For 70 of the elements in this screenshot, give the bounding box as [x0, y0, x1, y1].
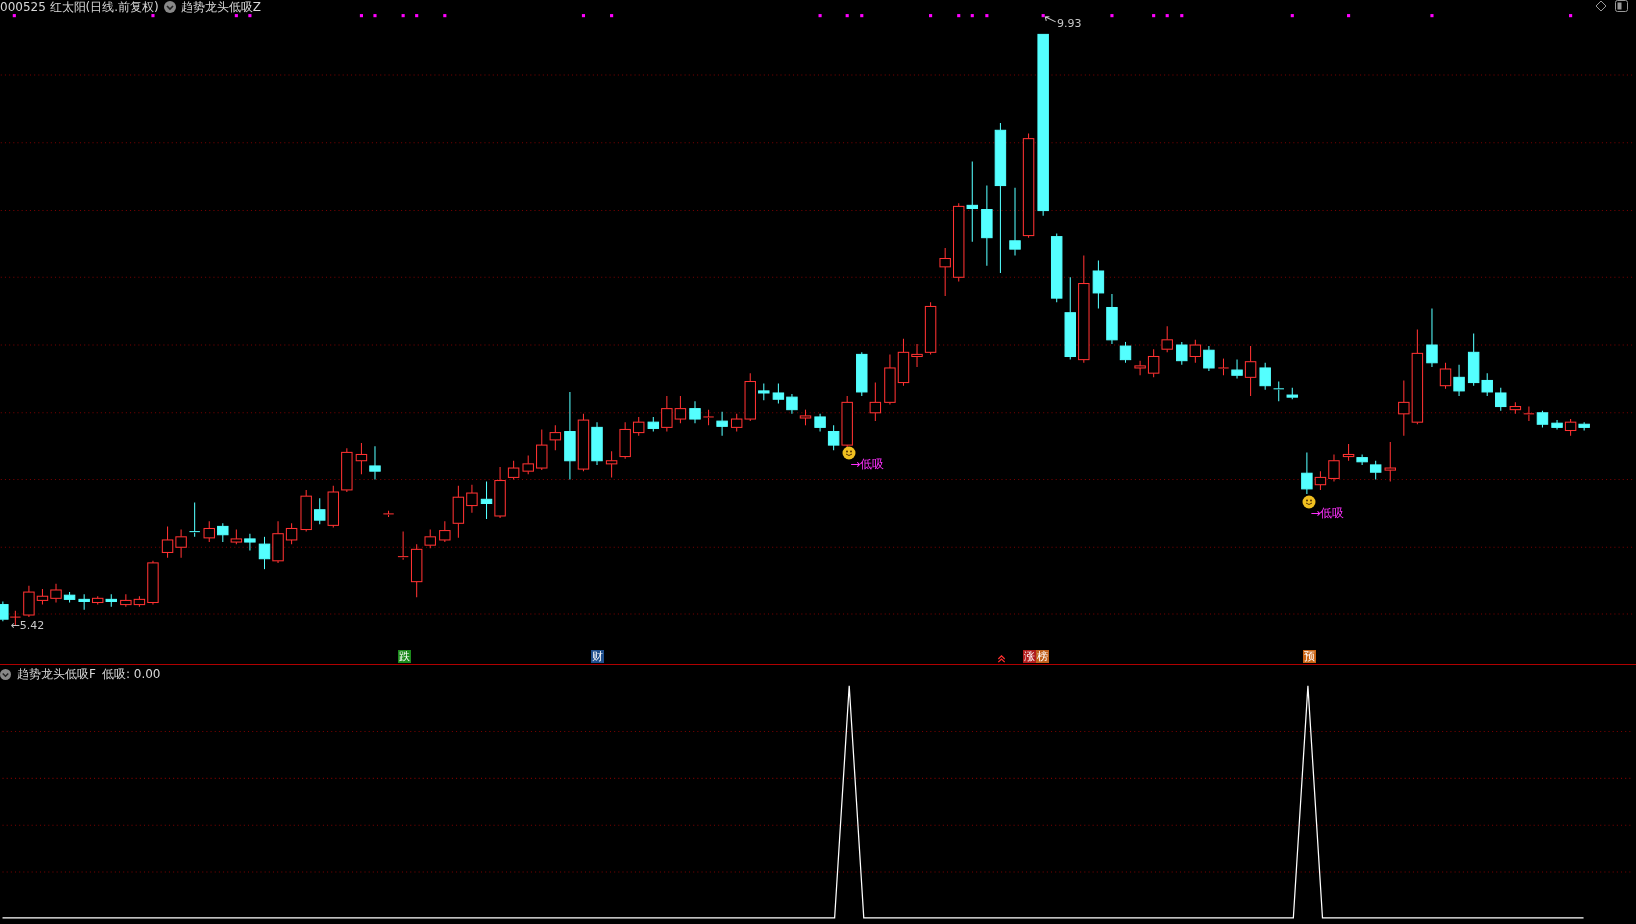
candlestick [1203, 345, 1215, 372]
candlestick [1384, 441, 1396, 483]
up-arrow-icon [996, 655, 1006, 664]
signal-tag: 财 [590, 650, 604, 663]
candlestick [772, 383, 785, 404]
candlestick [799, 409, 812, 426]
candlestick [674, 395, 687, 424]
candlestick [522, 455, 534, 475]
signal-tag: 榜 [1036, 650, 1050, 663]
candlestick [300, 489, 312, 533]
candlestick [175, 529, 187, 559]
candlestick [382, 510, 395, 518]
candlestick [884, 353, 896, 405]
candlestick [369, 445, 381, 480]
indicator-name[interactable]: 趋势龙头低吸F [17, 666, 96, 683]
signal-tag: 涨 [1022, 650, 1036, 663]
candlestick [105, 593, 117, 608]
indicator-value: 低吸: 0.00 [101, 666, 161, 683]
candlestick [1536, 410, 1549, 428]
candlestick [633, 416, 645, 437]
candlestick [1161, 325, 1173, 353]
indicator-name[interactable]: 趋势龙头低吸Z [180, 0, 262, 16]
candlestick [1328, 453, 1340, 483]
candlestick [1495, 387, 1507, 412]
signal-label: →低吸 [1310, 505, 1345, 522]
candlestick [120, 593, 132, 608]
candlestick [786, 393, 798, 415]
candlestick [814, 413, 826, 433]
chevron-icon[interactable] [0, 669, 11, 680]
candlestick [1189, 339, 1202, 364]
candlestick [591, 421, 603, 466]
signal-tag: 跌 [397, 650, 411, 663]
chevron-icon[interactable] [163, 1, 176, 13]
panel-icon[interactable] [1615, 0, 1628, 12]
candlestick [217, 522, 229, 543]
candlestick [619, 421, 631, 460]
candlestick [92, 595, 104, 606]
chart-title: 000525 红太阳(日线.前复权) [0, 0, 159, 16]
candlestick [1092, 260, 1105, 310]
candlestick [1453, 364, 1465, 397]
candlestick [258, 536, 271, 570]
candlestick [78, 593, 90, 611]
candlestick [1259, 362, 1271, 391]
candlestick [869, 382, 882, 422]
diamond-icon[interactable] [1595, 0, 1607, 12]
candlestick [1050, 232, 1063, 303]
candlestick [161, 525, 174, 559]
arrow-icon [1044, 16, 1057, 23]
candlestick [203, 520, 215, 543]
candlestick [480, 481, 493, 520]
candlestick [230, 529, 243, 545]
signal-tag: 预 [1303, 650, 1317, 663]
candlestick [605, 450, 618, 478]
candlestick [939, 247, 951, 297]
candlestick [1176, 341, 1188, 366]
candlestick [244, 533, 256, 551]
candlestick [355, 442, 368, 475]
candlestick [341, 447, 353, 493]
candlestick [1523, 406, 1535, 422]
price-label: ←5.42 [10, 618, 45, 632]
smiley-icon [842, 445, 857, 460]
candlestick [689, 400, 701, 424]
smiley-icon [1302, 494, 1317, 509]
candlestick [1217, 358, 1230, 376]
price-label: 9.93 [1056, 16, 1082, 30]
candlestick [758, 383, 770, 401]
candlestick [188, 501, 201, 538]
signal-label: →低吸 [850, 455, 885, 473]
candlestick [1509, 401, 1522, 415]
candlestick [856, 351, 868, 397]
